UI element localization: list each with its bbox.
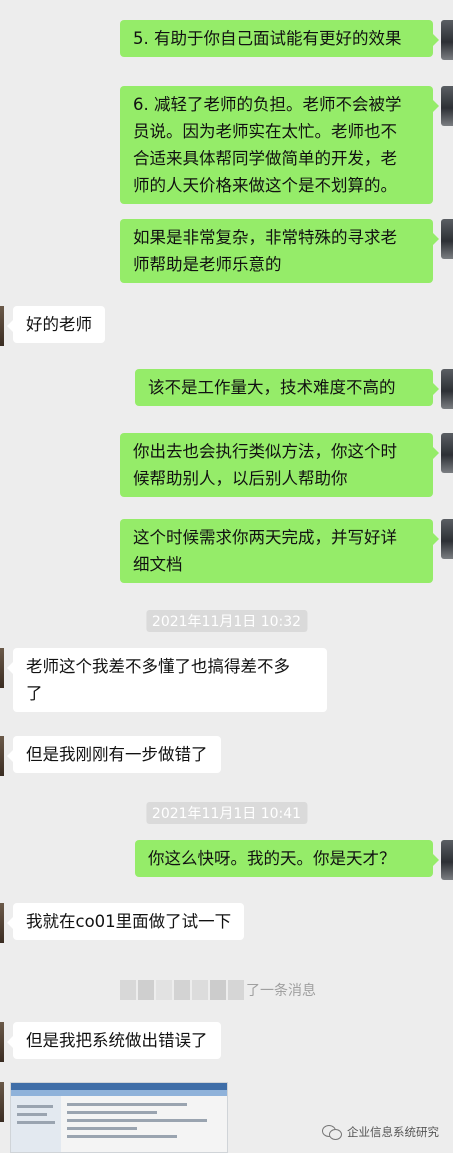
- message-bubble-outgoing[interactable]: 如果是非常复杂，非常特殊的寻求老 师帮助是老师乐意的: [120, 219, 439, 283]
- system-notice: 了一条消息: [120, 980, 316, 1000]
- my-avatar[interactable]: [441, 369, 453, 409]
- message-bubble-outgoing[interactable]: 该不是工作量大，技术难度不高的: [135, 369, 439, 406]
- my-avatar[interactable]: [441, 519, 453, 559]
- watermark-text: 企业信息系统研究: [347, 1125, 439, 1139]
- my-avatar[interactable]: [441, 86, 453, 126]
- message-bubble-outgoing[interactable]: 你出去也会执行类似方法，你这个时 候帮助别人，以后别人帮助你: [120, 433, 439, 497]
- message-timestamp: 2021年11月1日 10:41: [145, 802, 308, 824]
- my-avatar[interactable]: [441, 840, 453, 880]
- contact-avatar[interactable]: [0, 648, 4, 688]
- contact-avatar[interactable]: [0, 1082, 4, 1122]
- message-bubble-outgoing[interactable]: 5. 有助于你自己面试能有更好的效果: [120, 20, 439, 57]
- system-notice-text: 了一条消息: [246, 983, 316, 999]
- image-titlebar: [11, 1083, 227, 1090]
- message-bubble-incoming[interactable]: 但是我刚刚有一步做错了: [7, 736, 221, 773]
- shared-screenshot-image[interactable]: [10, 1082, 228, 1153]
- message-bubble-incoming[interactable]: 老师这个我差不多懂了也搞得差不多 了: [7, 648, 327, 712]
- message-bubble-outgoing[interactable]: 6. 减轻了老师的负担。老师不会被学 员说。因为老师实在太忙。老师也不 合适来具…: [120, 86, 439, 204]
- contact-avatar[interactable]: [0, 736, 4, 776]
- message-bubble-incoming[interactable]: 我就在co01里面做了试一下: [6, 903, 245, 940]
- contact-avatar[interactable]: [0, 903, 4, 943]
- image-row: [67, 1127, 137, 1130]
- image-row: [17, 1105, 53, 1108]
- wechat-watermark: 企业信息系统研究: [322, 1124, 439, 1140]
- message-bubble-incoming[interactable]: 但是我把系统做出错误了: [7, 1022, 221, 1059]
- image-row: [67, 1111, 157, 1114]
- message-bubble-outgoing[interactable]: 这个时候需求你两天完成，并写好详 细文档: [120, 519, 439, 583]
- message-timestamp: 2021年11月1日 10:32: [145, 610, 308, 632]
- image-row: [17, 1121, 55, 1124]
- message-bubble-incoming[interactable]: 好的老师: [7, 306, 105, 343]
- chat-view: 5. 有助于你自己面试能有更好的效果 6. 减轻了老师的负担。老师不会被学 员说…: [0, 0, 453, 1153]
- wechat-icon: [322, 1124, 342, 1140]
- image-row: [67, 1103, 187, 1106]
- contact-avatar[interactable]: [0, 1022, 4, 1062]
- image-row: [67, 1135, 177, 1138]
- image-row: [67, 1119, 207, 1122]
- contact-avatar[interactable]: [0, 306, 4, 346]
- my-avatar[interactable]: [441, 20, 453, 60]
- my-avatar[interactable]: [441, 219, 453, 259]
- message-bubble-outgoing[interactable]: 你这么快呀。我的天。你是天才？: [135, 840, 439, 877]
- my-avatar[interactable]: [441, 433, 453, 473]
- image-row: [17, 1113, 47, 1116]
- redacted-name-mosaic: [120, 980, 244, 1000]
